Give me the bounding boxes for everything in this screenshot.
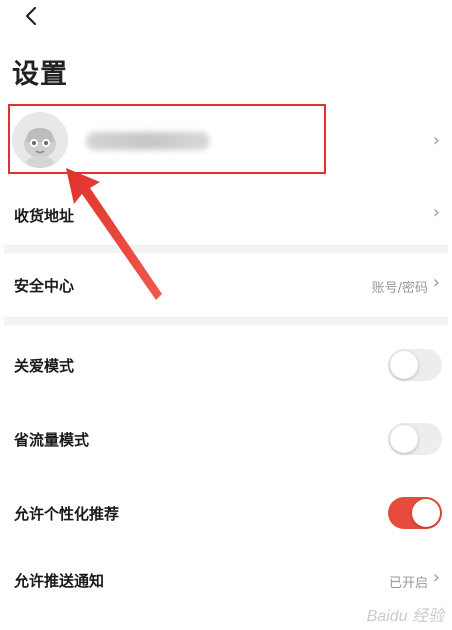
chevron-right-icon: › xyxy=(432,567,440,588)
push-row[interactable]: 允许推送通知 已开启 › xyxy=(0,564,452,604)
care-mode-row: 关爱模式 xyxy=(0,342,452,392)
personalized-toggle[interactable] xyxy=(388,497,442,529)
chevron-right-icon: › xyxy=(432,202,440,223)
chevron-right-icon: › xyxy=(432,130,440,151)
page-title: 设置 xyxy=(12,59,68,90)
care-mode-label: 关爱模式 xyxy=(14,357,75,375)
care-mode-toggle[interactable] xyxy=(388,349,442,381)
annotation-arrow xyxy=(66,168,162,300)
personalized-row: 允许个性化推荐 xyxy=(0,490,452,540)
watermark: Baidu 经验 xyxy=(366,608,444,625)
security-value: 账号/密码 xyxy=(371,281,428,296)
data-saver-row: 省流量模式 xyxy=(0,416,452,466)
section-divider xyxy=(4,317,448,325)
push-label: 允许推送通知 xyxy=(14,572,105,590)
personalized-label: 允许个性化推荐 xyxy=(14,505,120,523)
data-saver-toggle[interactable] xyxy=(388,423,442,455)
data-saver-label: 省流量模式 xyxy=(14,431,90,449)
chevron-right-icon: › xyxy=(432,272,440,293)
back-icon[interactable] xyxy=(20,4,44,28)
push-value: 已开启 xyxy=(388,576,428,591)
